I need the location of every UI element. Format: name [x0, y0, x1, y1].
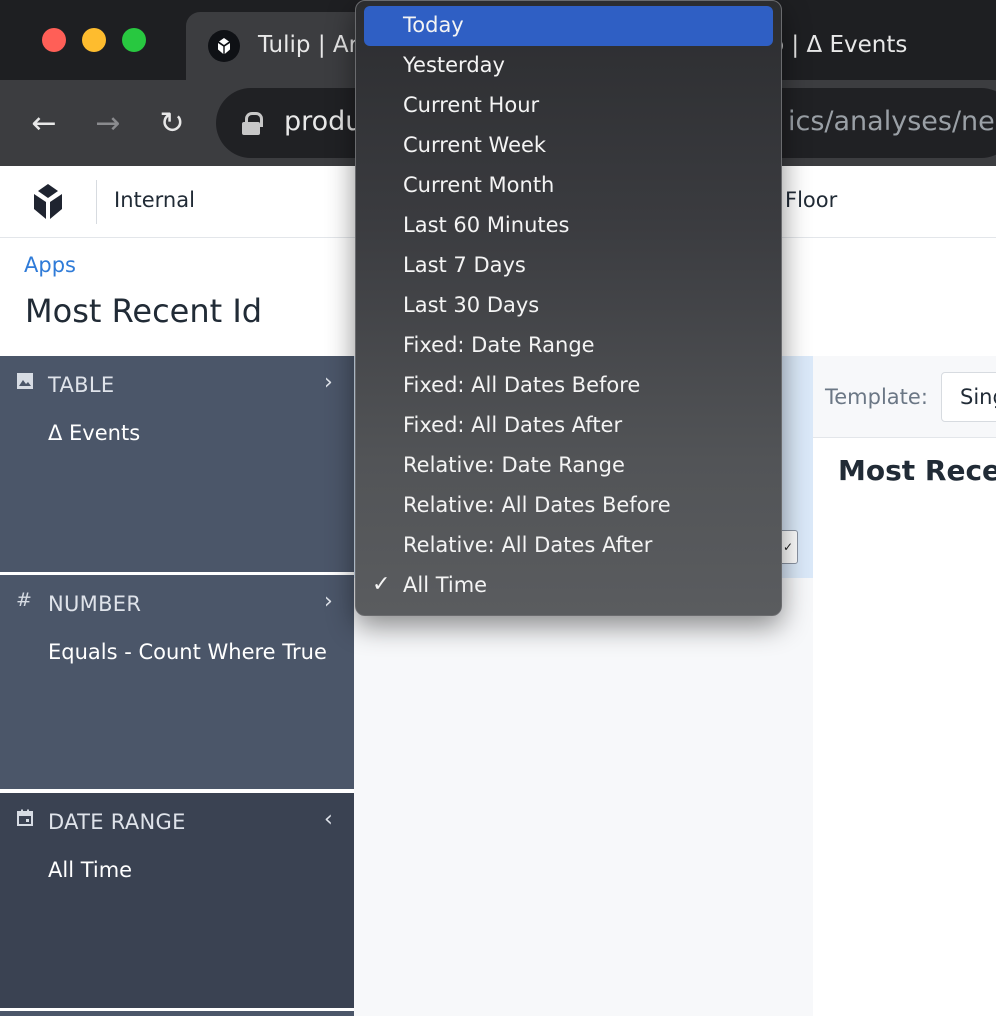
- close-window-button[interactable]: [42, 28, 66, 52]
- hash-icon: #: [16, 589, 32, 611]
- menu-item-label: Relative: Date Range: [403, 453, 625, 477]
- config-number-value: Equals - Count Where True: [48, 640, 327, 664]
- config-table-label: TABLE: [48, 373, 115, 397]
- menu-item[interactable]: Last 30 Days: [364, 286, 773, 326]
- menu-item-label: Relative: All Dates Before: [403, 493, 671, 517]
- menu-item[interactable]: Last 60 Minutes: [364, 206, 773, 246]
- menu-item-label: Fixed: All Dates After: [403, 413, 623, 437]
- menu-item-label: Last 30 Days: [403, 293, 540, 317]
- menu-item[interactable]: Today: [364, 6, 773, 46]
- config-table-section[interactable]: TABLE › Δ Events: [0, 356, 354, 572]
- url-text-start: produ: [284, 106, 363, 137]
- menu-item[interactable]: Fixed: All Dates Before: [364, 366, 773, 406]
- workspace-name[interactable]: Internal: [114, 188, 195, 212]
- menu-item-label: All Time: [403, 573, 488, 597]
- back-arrow-icon[interactable]: ←: [26, 106, 62, 142]
- tulip-logo-icon[interactable]: [28, 182, 68, 222]
- chevron-right-icon[interactable]: ›: [324, 370, 333, 395]
- url-text-end: ics/analyses/new: [788, 106, 996, 137]
- config-date-range-value: All Time: [48, 858, 133, 882]
- menu-item[interactable]: Relative: Date Range: [364, 446, 773, 486]
- config-number-section[interactable]: # NUMBER › Equals - Count Where True: [0, 575, 354, 789]
- tulip-favicon-icon: [208, 30, 240, 62]
- menu-item[interactable]: Relative: All Dates Before: [364, 486, 773, 526]
- config-table-value: Δ Events: [48, 421, 141, 445]
- menu-item-label: Current Week: [403, 133, 547, 157]
- menu-item[interactable]: Relative: All Dates After: [364, 526, 773, 566]
- browser-tab-inactive[interactable]: o | Δ Events: [770, 32, 907, 58]
- menu-item-label: Fixed: Date Range: [403, 333, 595, 357]
- chart-title: Most Recen: [838, 454, 996, 487]
- menu-item[interactable]: ✓ All Time: [364, 566, 773, 606]
- breadcrumb-apps[interactable]: Apps: [24, 253, 76, 277]
- maximize-window-button[interactable]: [122, 28, 146, 52]
- page-title: Most Recent Id: [25, 292, 263, 330]
- template-label: Template:: [825, 385, 928, 409]
- config-number-label: NUMBER: [48, 592, 142, 616]
- menu-item[interactable]: Yesterday: [364, 46, 773, 86]
- image-icon: [16, 372, 34, 390]
- chevron-right-icon[interactable]: ›: [324, 589, 333, 614]
- template-select-value: Sing: [960, 385, 996, 409]
- menu-item-label: Last 60 Minutes: [403, 213, 570, 237]
- calendar-icon: [16, 809, 34, 827]
- menu-item[interactable]: Current Week: [364, 126, 773, 166]
- checkmark-icon: ✓: [372, 572, 391, 597]
- menu-item[interactable]: Fixed: Date Range: [364, 326, 773, 366]
- lock-icon: [242, 112, 263, 135]
- menu-item-label: Today: [403, 13, 464, 37]
- menu-item-label: Current Hour: [403, 93, 540, 117]
- chevron-left-icon[interactable]: ‹: [324, 807, 333, 832]
- menu-item-label: Relative: All Dates After: [403, 533, 653, 557]
- reload-icon[interactable]: ↻: [154, 106, 190, 142]
- minimize-window-button[interactable]: [82, 28, 106, 52]
- template-select[interactable]: Sing: [941, 372, 996, 422]
- menu-item[interactable]: Current Hour: [364, 86, 773, 126]
- config-next-section: [0, 1011, 354, 1016]
- menu-item[interactable]: Fixed: All Dates After: [364, 406, 773, 446]
- config-date-range-label: DATE RANGE: [48, 810, 186, 834]
- config-date-range-section[interactable]: DATE RANGE ‹ All Time: [0, 793, 354, 1008]
- menu-item-label: Current Month: [403, 173, 555, 197]
- forward-arrow-icon[interactable]: →: [90, 106, 126, 142]
- nav-link-floor[interactable]: Floor: [785, 188, 837, 212]
- date-range-dropdown-menu: Today Yesterday Current Hour Current Week Cu…: [355, 0, 782, 616]
- menu-item-label: Fixed: All Dates Before: [403, 373, 641, 397]
- tab-title: Tulip | Ar: [258, 32, 359, 58]
- menu-item[interactable]: Current Month: [364, 166, 773, 206]
- menu-item-label: Yesterday: [403, 53, 505, 77]
- menu-item[interactable]: Last 7 Days: [364, 246, 773, 286]
- header-divider: [96, 180, 97, 224]
- menu-item-label: Last 7 Days: [403, 253, 526, 277]
